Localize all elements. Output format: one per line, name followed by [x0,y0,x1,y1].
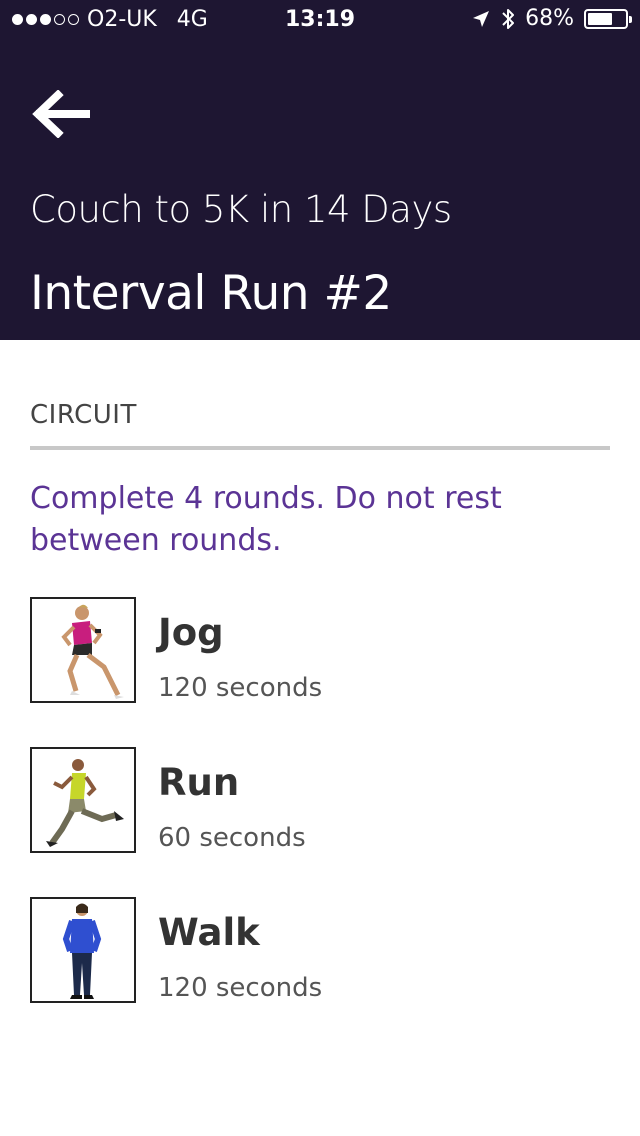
exercise-thumbnail [30,897,136,1003]
section-label: CIRCUIT [30,400,137,430]
bluetooth-icon [502,8,515,29]
walking-person-icon [62,903,102,999]
exercise-duration: 60 seconds [158,823,306,853]
status-bar: O2-UK 4G 13:19 68% [0,0,640,40]
exercise-name: Jog [158,611,224,654]
running-person-icon [46,759,124,847]
battery-percentage: 68% [525,6,574,31]
page-title: Interval Run #2 [30,266,392,321]
exercise-item-walk[interactable]: Walk 120 seconds [30,897,610,1003]
exercise-name: Run [158,761,240,804]
location-arrow-icon [473,10,490,27]
program-subtitle: Couch to 5K in 14 Days [30,188,452,231]
exercise-duration: 120 seconds [158,673,323,703]
back-arrow-icon [32,89,90,139]
exercise-duration: 120 seconds [158,973,323,1003]
exercise-item-jog[interactable]: Jog 120 seconds [30,597,610,703]
jogging-person-icon [61,604,124,699]
circuit-instruction: Complete 4 rounds. Do not rest between r… [30,481,502,558]
exercise-name: Walk [158,911,260,954]
battery-icon [584,8,632,29]
divider [30,446,610,450]
exercise-thumbnail [30,747,136,853]
header: O2-UK 4G 13:19 68% Couch to 5K in 14 Day… [0,0,640,340]
exercise-thumbnail [30,597,136,703]
exercise-item-run[interactable]: Run 60 seconds [30,747,610,853]
back-button[interactable] [30,89,90,139]
status-right: 68% [471,6,632,31]
